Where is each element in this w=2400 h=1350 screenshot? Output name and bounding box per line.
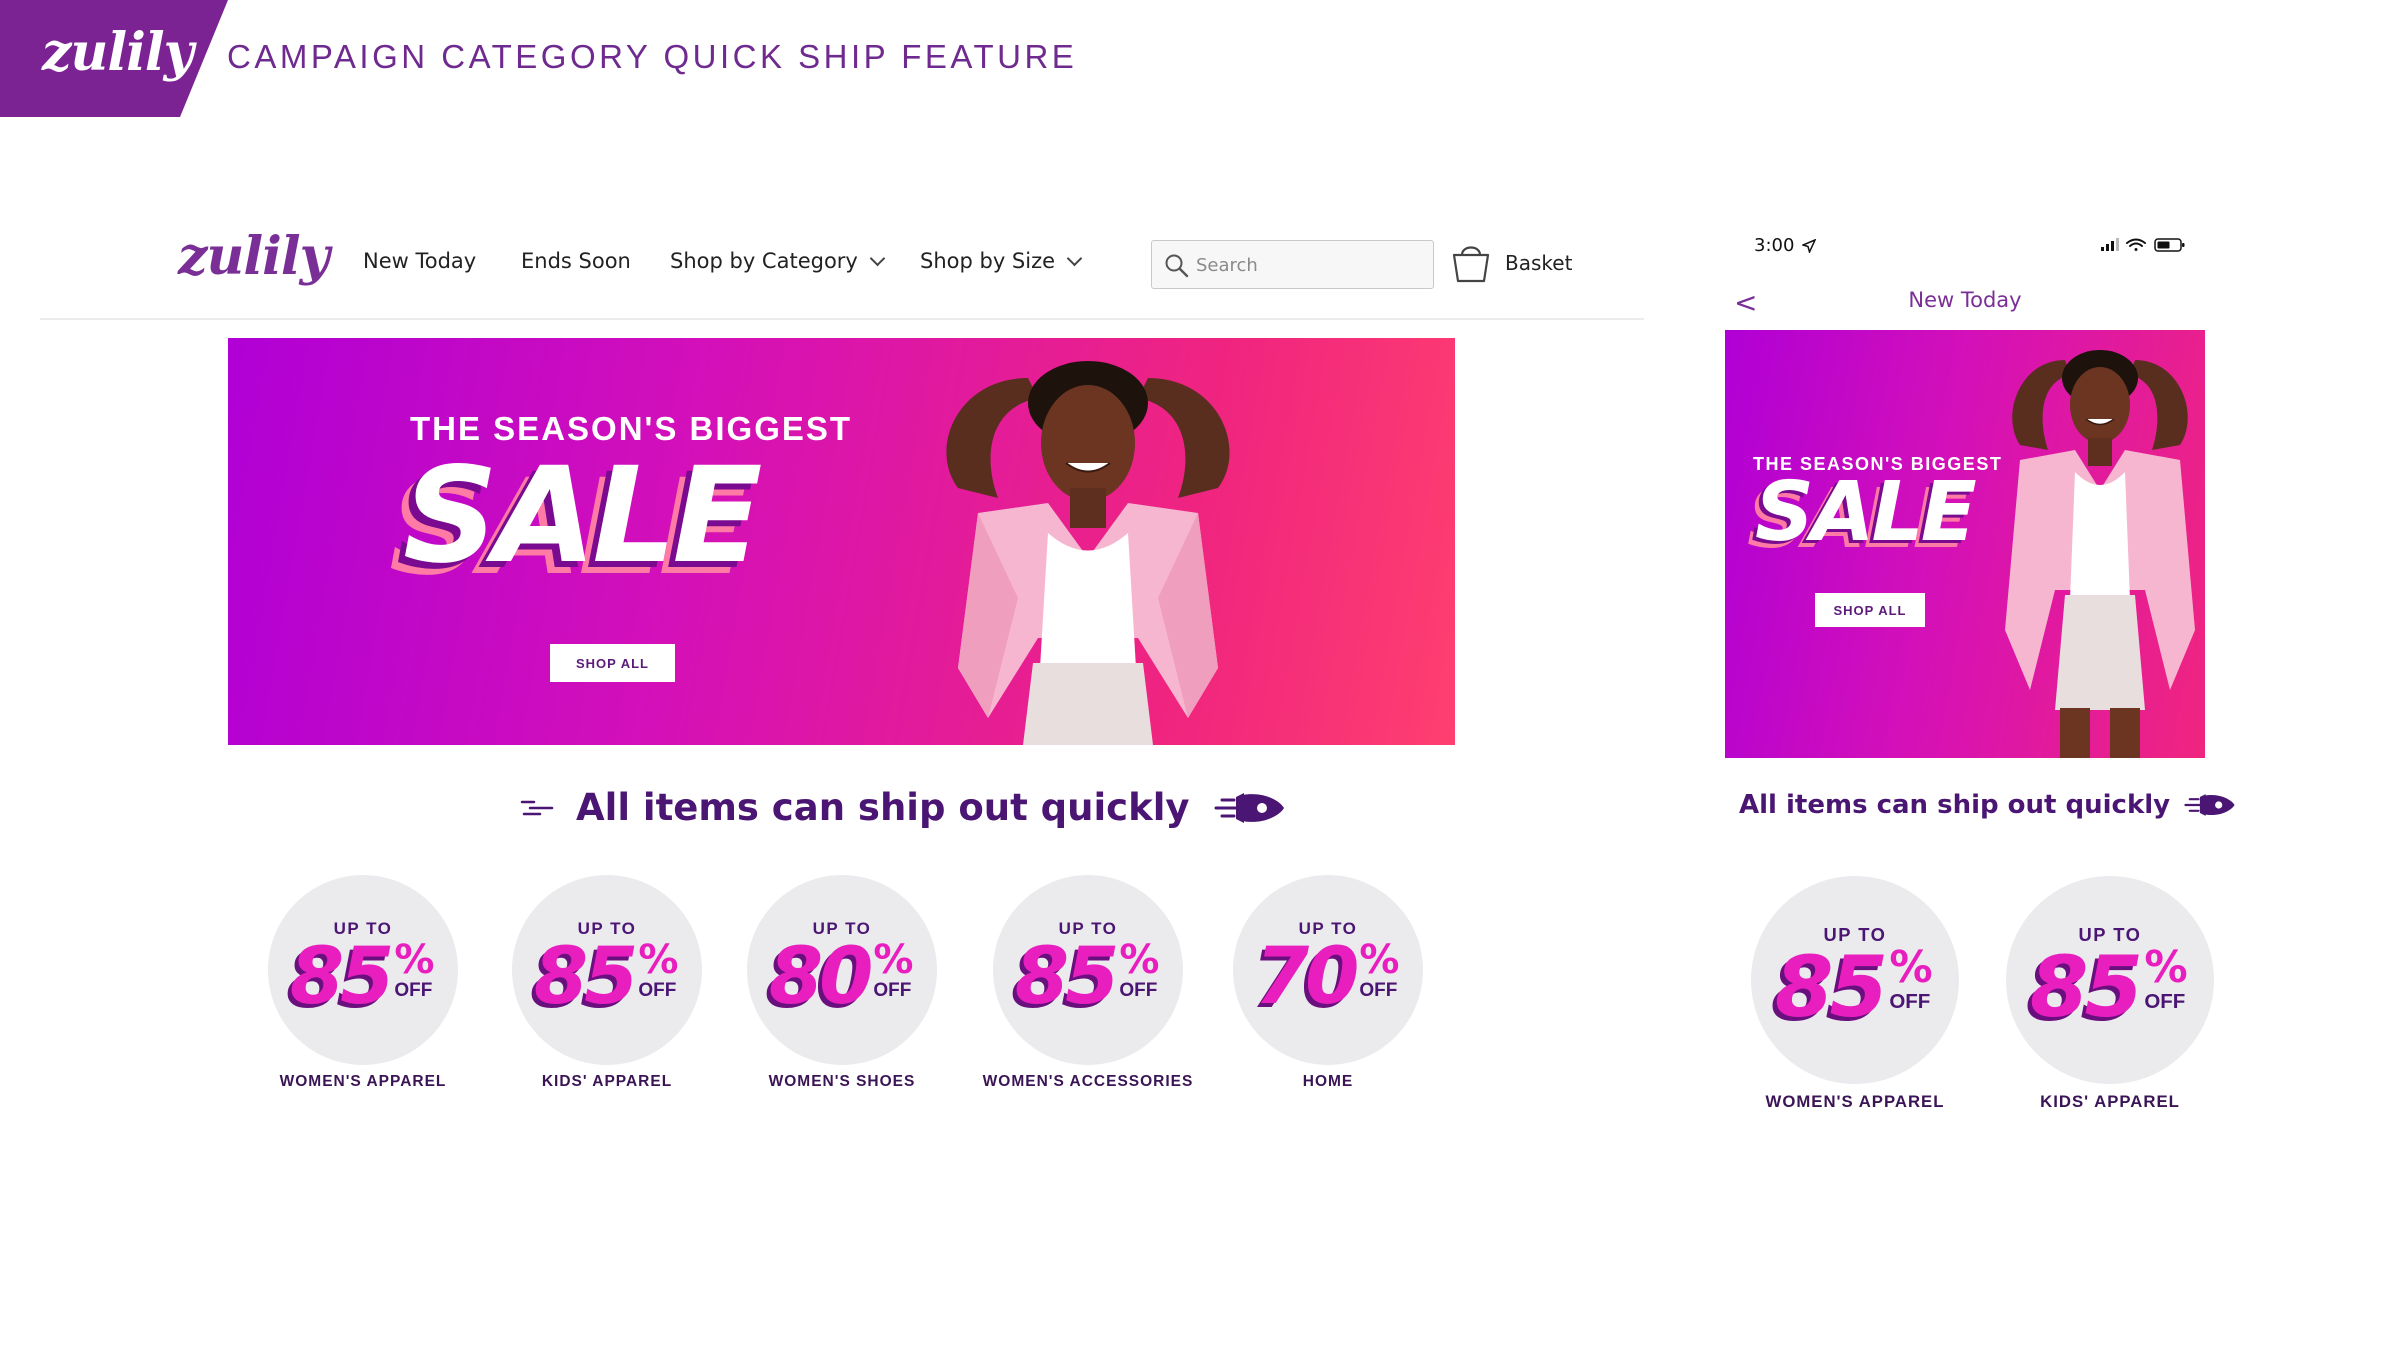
discount-percent: 70 xyxy=(1254,931,1360,1022)
nav-label: New Today xyxy=(363,249,477,273)
header-divider xyxy=(40,318,1644,320)
percent-sign: % xyxy=(873,936,914,983)
slide-logo: zulily xyxy=(42,22,194,83)
nav-label: Shop by Size xyxy=(920,249,1056,273)
discount-percent: 85 xyxy=(1774,937,1888,1036)
rocket-icon xyxy=(2184,794,2235,816)
model-photo xyxy=(946,361,1230,745)
quick-ship-message: All items can ship out quickly xyxy=(1739,790,2236,820)
chevron-down-icon xyxy=(1066,250,1083,266)
off-label: OFF xyxy=(1359,980,1398,1002)
ship-text: All items can ship out quickly xyxy=(576,786,1190,829)
off-label: OFF xyxy=(873,980,912,1002)
category-discount-circle[interactable]: UP TO 80 80% OFF xyxy=(747,875,937,1065)
discount-percent: 85 xyxy=(2029,937,2143,1036)
status-time: 3:00 xyxy=(1754,235,1817,256)
nav-new-today[interactable]: New Today xyxy=(363,249,476,273)
off-label: OFF xyxy=(638,980,677,1002)
category-label[interactable]: KIDS' APPAREL xyxy=(1960,1092,2260,1112)
search-box[interactable] xyxy=(1151,240,1434,289)
discount-percent: 85 xyxy=(1014,931,1120,1022)
category-discount-circle[interactable]: UP TO 85 85% OFF xyxy=(2006,876,2214,1084)
desktop-hero-banner[interactable]: THE SEASON'S BIGGEST SALE SALE SALE SHOP… xyxy=(228,338,1455,745)
wifi-icon xyxy=(2126,238,2146,251)
nav-label: Ends Soon xyxy=(521,249,631,273)
discount-percent: 85 xyxy=(289,931,395,1022)
off-label: OFF xyxy=(2144,990,2186,1014)
percent-sign: % xyxy=(1119,936,1160,983)
model-photo xyxy=(2005,350,2195,758)
desktop-logo[interactable]: zulily xyxy=(178,226,330,287)
percent-sign: % xyxy=(394,936,435,983)
mobile-page-title: New Today xyxy=(1908,288,2022,312)
category-discount-circle[interactable]: UP TO 85 85% OFF xyxy=(268,875,458,1065)
percent-sign: % xyxy=(1889,942,1933,993)
rocket-icon xyxy=(1214,792,1284,823)
basket-icon[interactable] xyxy=(1450,240,1492,284)
category-discount-circle[interactable]: UP TO 85 85% OFF xyxy=(1751,876,1959,1084)
shop-all-button[interactable]: SHOP ALL xyxy=(1815,593,1925,627)
off-label: OFF xyxy=(1889,990,1931,1014)
quick-ship-message: All items can ship out quickly xyxy=(520,786,1286,829)
nav-ends-soon[interactable]: Ends Soon xyxy=(521,249,631,273)
location-arrow-icon xyxy=(1800,238,1817,255)
off-label: OFF xyxy=(394,980,433,1002)
percent-sign: % xyxy=(1359,936,1400,983)
battery-icon xyxy=(2154,238,2185,252)
nav-shop-by-size[interactable]: Shop by Size xyxy=(920,249,1083,273)
category-discount-circle[interactable]: UP TO 70 70% OFF xyxy=(1233,875,1423,1065)
chevron-down-icon xyxy=(869,250,886,266)
discount-percent: 85 xyxy=(533,931,639,1022)
ship-text: All items can ship out quickly xyxy=(1739,790,2171,820)
percent-sign: % xyxy=(638,936,679,983)
off-label: OFF xyxy=(1119,980,1158,1002)
shop-all-button[interactable]: SHOP ALL xyxy=(550,644,675,682)
discount-percent: 80 xyxy=(768,931,874,1022)
nav-label: Shop by Category xyxy=(670,249,858,273)
speed-lines-icon xyxy=(520,800,554,815)
signal-icon xyxy=(2101,238,2119,251)
category-discount-circle[interactable]: UP TO 85 85% OFF xyxy=(512,875,702,1065)
nav-shop-by-category[interactable]: Shop by Category xyxy=(670,249,886,273)
category-label[interactable]: HOME xyxy=(1178,1073,1478,1091)
search-input[interactable] xyxy=(1196,250,1421,280)
percent-sign: % xyxy=(2144,942,2188,993)
basket-label[interactable]: Basket xyxy=(1505,251,1572,275)
mobile-hero-banner[interactable]: THE SEASON'S BIGGEST SALE SALE SALE SHOP… xyxy=(1725,330,2205,758)
slide-title: CAMPAIGN CATEGORY QUICK SHIP FEATURE xyxy=(227,38,1078,75)
status-icons xyxy=(2101,238,2185,252)
category-discount-circle[interactable]: UP TO 85 85% OFF xyxy=(993,875,1183,1065)
search-icon xyxy=(1165,254,1189,278)
